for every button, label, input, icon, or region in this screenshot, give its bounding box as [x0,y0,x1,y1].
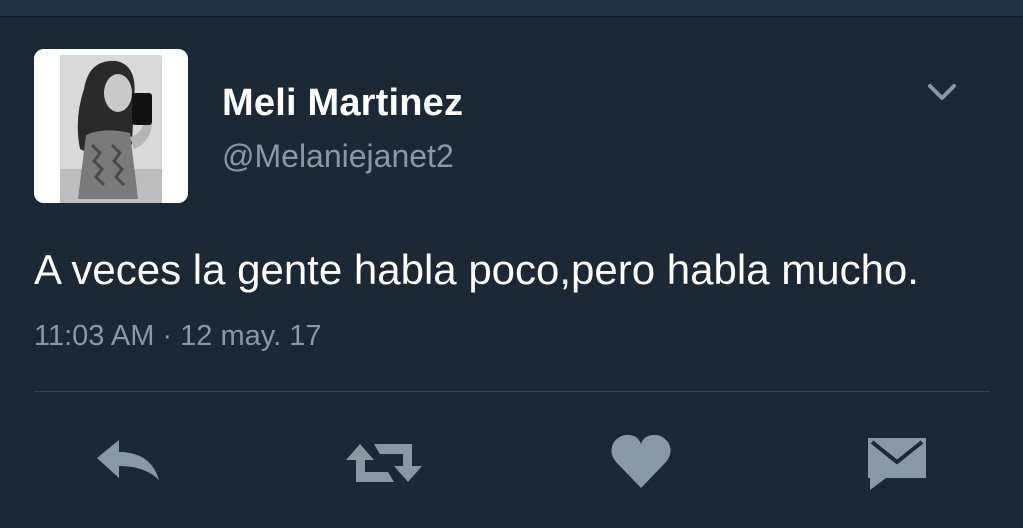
reply-icon [97,440,159,480]
tweet-detail-view: Meli Martinez @Melaniejanet2 A veces la … [0,0,1023,528]
retweet-button[interactable] [344,430,422,494]
top-bar [0,0,1023,17]
heart-icon [611,434,671,488]
profile-photo-image [34,49,188,203]
divider [34,391,990,392]
author-display-name[interactable]: Meli Martinez [222,82,463,125]
tweet-timestamp[interactable]: 11:03 AM · 12 may. 17 [34,320,321,353]
avatar[interactable] [34,49,188,203]
envelope-icon [868,438,926,490]
reply-button[interactable] [93,430,163,494]
tweet-text: A veces la gente habla poco,pero habla m… [34,246,919,293]
author-handle[interactable]: @Melaniejanet2 [222,138,454,175]
like-button[interactable] [606,430,676,494]
direct-message-button[interactable] [862,430,932,494]
retweet-icon [346,444,422,482]
chevron-down-icon[interactable] [922,78,962,108]
